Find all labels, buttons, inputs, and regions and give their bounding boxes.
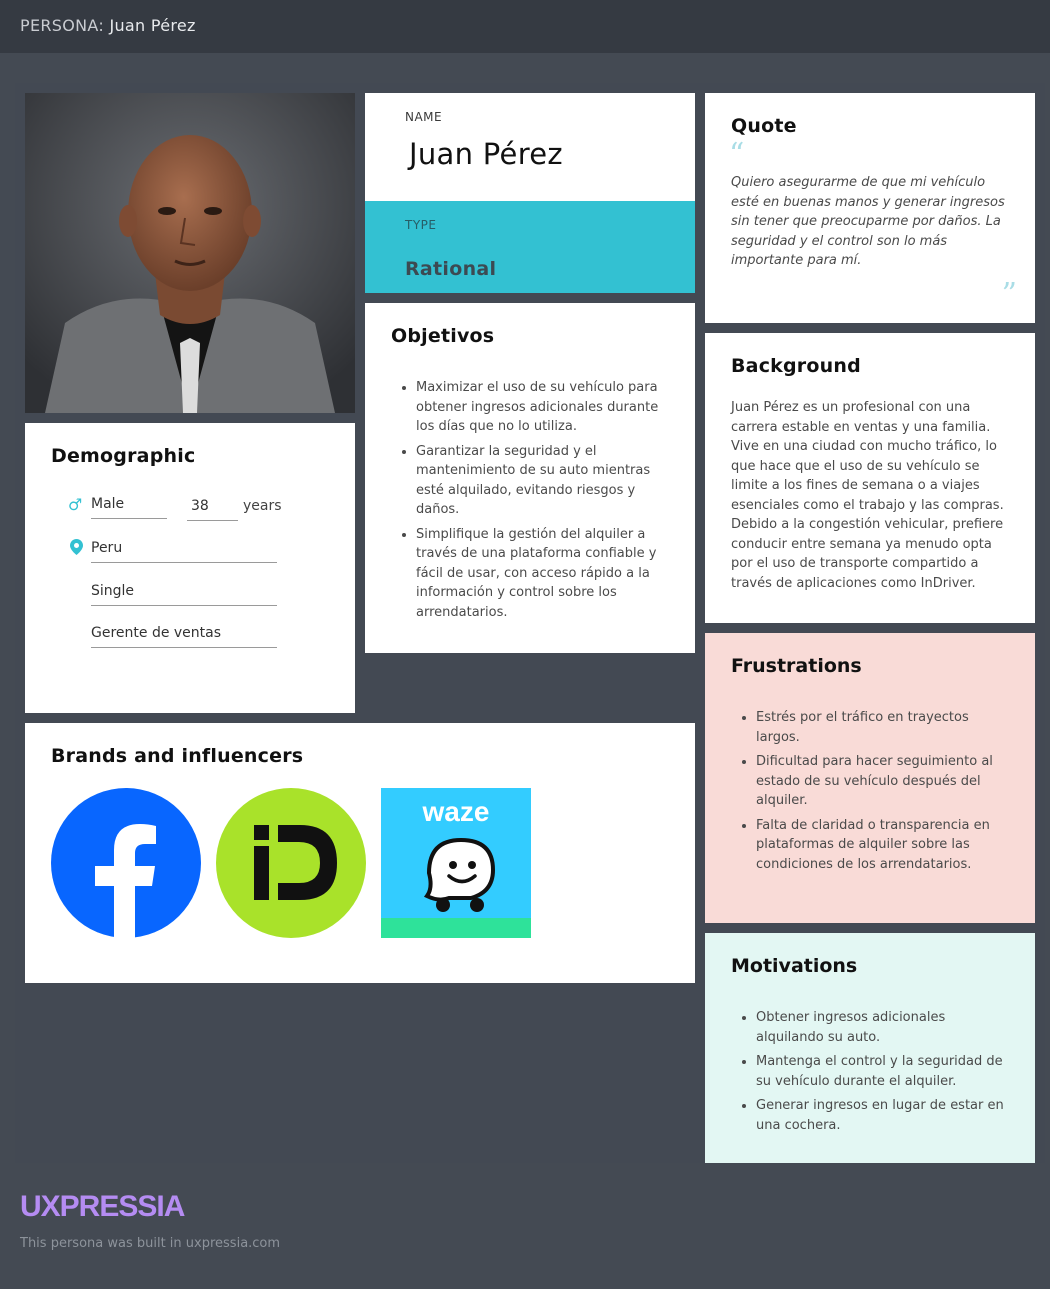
type-card: TYPE Rational [365,201,695,293]
title-prefix: PERSONA: [20,16,110,35]
frustrations-list[interactable]: Estrés por el tráfico en trayectos largo… [756,708,1011,879]
persona-portrait-image [25,93,355,413]
list-item: Maximizar el uso de su vehículo para obt… [416,378,671,437]
age-field[interactable]: 38 [187,498,238,521]
footer-note: This persona was built in uxpressia.com [20,1236,281,1251]
occupation-field[interactable]: Gerente de ventas [91,625,277,648]
frustrations-card: Frustrations Estrés por el tráfico en tr… [705,633,1035,923]
objetivos-title: Objetivos [391,325,495,347]
list-item: Mantenga el control y la seguridad de su… [756,1052,1016,1091]
demographic-card: Demographic ♂ Male 38 years Peru Single … [25,423,355,713]
motivations-title: Motivations [731,955,858,977]
location-pin-icon [70,539,83,559]
uxpressia-logo[interactable]: UXPRESSIA [20,1190,185,1224]
quote-card: Quote “ Quiero asegurarme de que mi vehí… [705,93,1035,323]
background-text[interactable]: Juan Pérez es un profesional con una car… [731,398,1013,593]
close-quote-icon: ” [1001,277,1017,312]
objetivos-card: Objetivos Maximizar el uso de su vehícul… [365,303,695,653]
list-item: Obtener ingresos adicionales alquilando … [756,1008,1016,1047]
persona-type[interactable]: Rational [405,258,496,280]
status-field[interactable]: Single [91,583,277,606]
type-label: TYPE [405,218,437,232]
page-title: PERSONA: Juan Pérez [20,16,196,35]
list-item: Estrés por el tráfico en trayectos largo… [756,708,1011,747]
motivations-list[interactable]: Obtener ingresos adicionales alquilando … [756,1008,1016,1140]
background-card: Background Juan Pérez es un profesional … [705,333,1035,623]
title-persona-name: Juan Pérez [109,16,196,35]
list-item: Falta de claridad o transparencia en pla… [756,816,1011,875]
demographic-title: Demographic [51,445,196,467]
quote-text[interactable]: Quiero asegurarme de que mi vehículo est… [731,173,1013,271]
quote-title: Quote [731,115,797,137]
location-field[interactable]: Peru [91,540,277,563]
list-item: Generar ingresos en lugar de estar en un… [756,1096,1016,1135]
name-label: NAME [405,110,443,124]
list-item: Simplifique la gestión del alquiler a tr… [416,525,671,623]
objetivos-list[interactable]: Maximizar el uso de su vehículo para obt… [416,378,671,627]
motivations-card: Motivations Obtener ingresos adicionales… [705,933,1035,1163]
waze-wordmark: waze [422,796,490,827]
age-unit: years [243,498,282,514]
open-quote-icon: “ [729,137,745,172]
list-item: Dificultad para hacer seguimiento al est… [756,752,1011,811]
facebook-logo[interactable] [51,788,201,938]
top-bar: PERSONA: Juan Pérez [0,0,1050,53]
gender-field[interactable]: Male [91,496,167,519]
brands-title: Brands and influencers [51,745,304,767]
persona-name[interactable]: Juan Pérez [409,137,563,171]
persona-photo [25,93,355,413]
waze-logo[interactable]: waze [381,788,531,938]
background-title: Background [731,355,861,377]
frustrations-title: Frustrations [731,655,862,677]
male-icon: ♂ [68,495,83,514]
indriver-logo[interactable] [216,788,366,938]
list-item: Garantizar la seguridad y el mantenimien… [416,442,671,520]
name-card: NAME Juan Pérez [365,93,695,201]
brands-card: Brands and influencers waze [25,723,695,983]
